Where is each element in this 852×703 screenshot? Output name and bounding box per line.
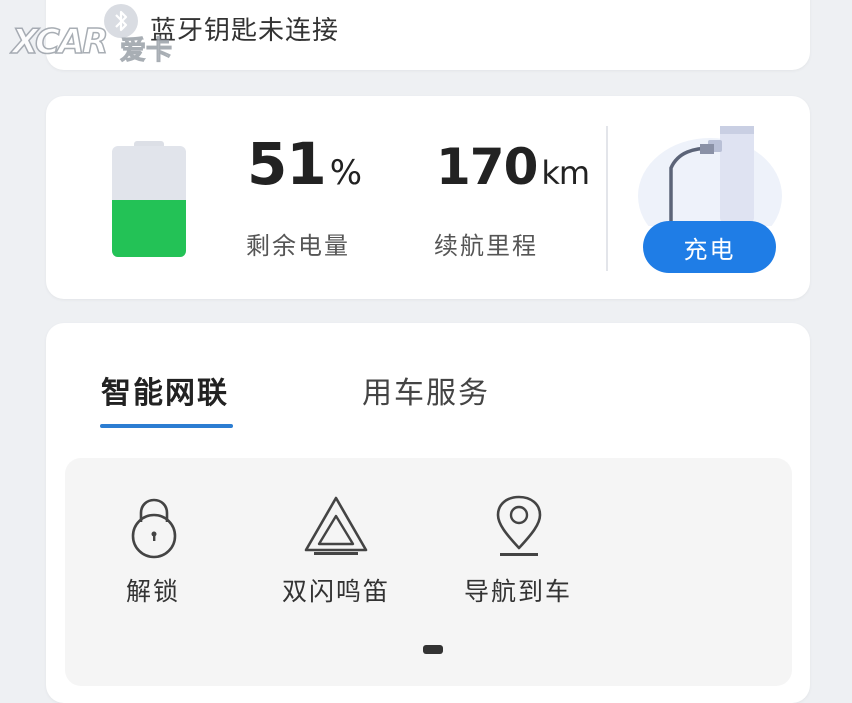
active-tab-indicator <box>100 424 233 428</box>
watermark-logo-text: XCAR <box>11 21 109 63</box>
navigate-to-car-label: 导航到车 <box>464 577 573 606</box>
watermark-brand-text: 爱卡 <box>119 36 173 67</box>
hazard-horn-label: 双闪鸣笛 <box>282 577 391 606</box>
range-value: 170 km <box>436 138 590 196</box>
unlock-label: 解锁 <box>126 577 181 606</box>
hazard-triangle-icon <box>302 494 370 560</box>
battery-fill <box>112 200 186 257</box>
location-pin-icon <box>494 494 544 562</box>
range-unit: km <box>541 154 590 192</box>
lock-icon <box>128 496 180 564</box>
tab-smart-connect[interactable]: 智能网联 <box>101 368 229 412</box>
charge-button[interactable]: 充电 <box>643 221 776 273</box>
battery-level-icon <box>112 141 186 257</box>
battery-level-value: 51% <box>247 130 362 198</box>
watermark-logo: XCAR 爱卡 <box>11 21 182 72</box>
battery-level-unit: % <box>329 153 362 193</box>
tab-car-services[interactable]: 用车服务 <box>362 368 490 412</box>
battery-level-number: 51 <box>247 130 327 198</box>
battery-level-label: 剩余电量 <box>246 232 350 260</box>
range-number: 170 <box>436 138 538 196</box>
charger-icon <box>638 126 783 254</box>
page-indicator <box>423 645 443 654</box>
range-label: 续航里程 <box>434 232 538 260</box>
card-divider <box>606 126 608 271</box>
battery-body <box>112 146 186 257</box>
